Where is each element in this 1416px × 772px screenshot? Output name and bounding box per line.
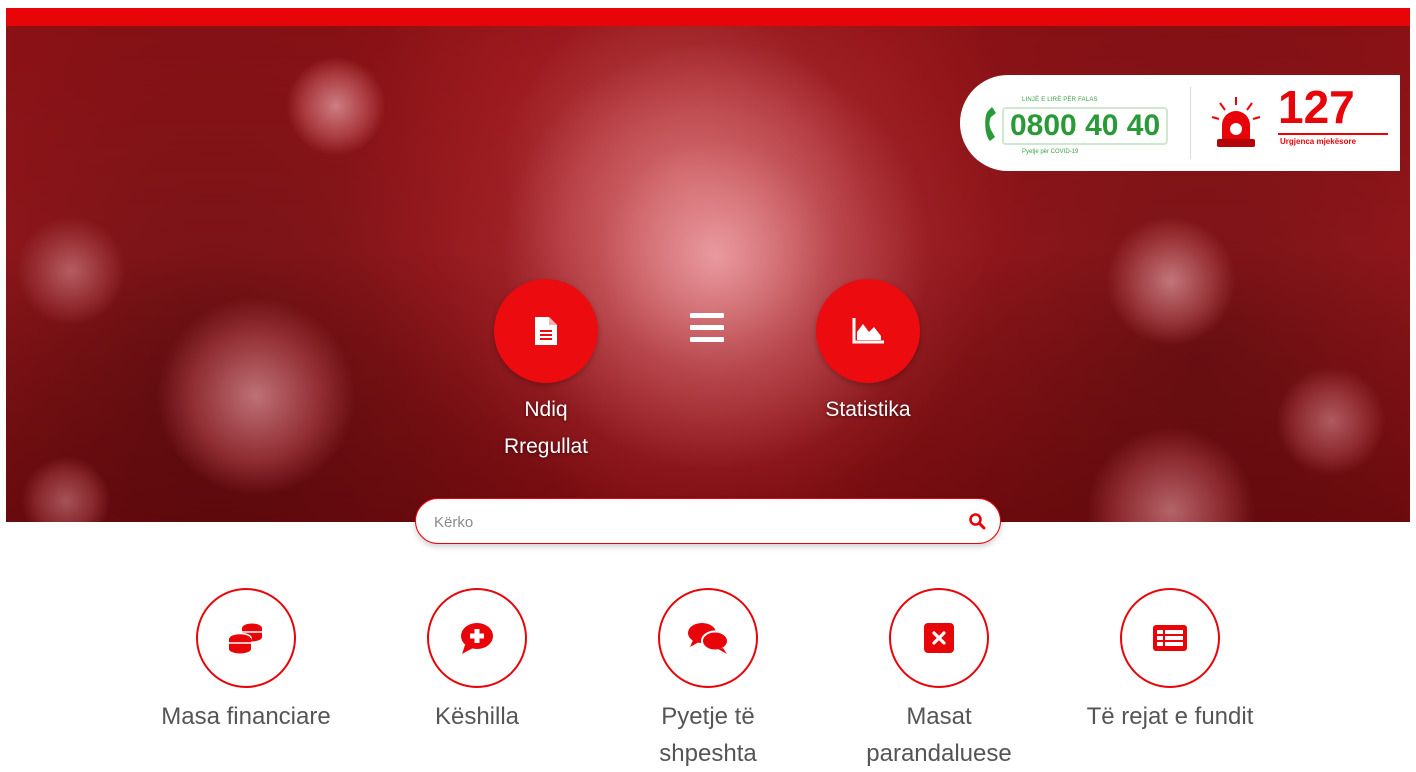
hamburger-bar bbox=[690, 337, 724, 342]
virus-background-image bbox=[156, 296, 356, 496]
siren-icon bbox=[1211, 97, 1261, 147]
search-input[interactable] bbox=[432, 507, 956, 537]
top-accent-bar bbox=[0, 0, 1416, 28]
hamburger-menu-icon[interactable] bbox=[690, 313, 724, 345]
area-chart-icon bbox=[852, 318, 884, 344]
search-icon[interactable] bbox=[968, 512, 986, 530]
virus-background-image bbox=[1086, 426, 1256, 522]
statistics-label[interactable]: Statistika bbox=[788, 391, 948, 428]
statistics-button[interactable]: Statistika bbox=[788, 279, 948, 428]
hamburger-bar bbox=[690, 325, 724, 330]
feature-icon-ring[interactable] bbox=[889, 588, 989, 688]
feature-icon-ring[interactable] bbox=[196, 588, 296, 688]
feature-latest-news[interactable]: Të rejat e fundit bbox=[1060, 588, 1280, 735]
free-hotline[interactable]: LINJË E LIRË PËR FALAS 0800 40 40 Pyetje… bbox=[982, 85, 1172, 161]
virus-background-image bbox=[1106, 216, 1236, 346]
hotline-caption-top: LINJË E LIRË PËR FALAS bbox=[1022, 97, 1098, 103]
feature-label-line2: parandaluese bbox=[866, 740, 1012, 767]
virus-background-image bbox=[21, 456, 111, 522]
feature-label[interactable]: Masat parandaluese bbox=[864, 698, 1014, 772]
follow-rules-circle[interactable] bbox=[494, 279, 598, 383]
virus-background-image bbox=[286, 56, 386, 156]
feature-label-line1: Pyetje të bbox=[661, 703, 755, 730]
feature-icon-ring[interactable] bbox=[658, 588, 758, 688]
feature-faq[interactable]: Pyetje të shpeshta bbox=[598, 588, 818, 772]
comment-plus-icon bbox=[461, 623, 493, 654]
hotline-banner: LINJË E LIRË PËR FALAS 0800 40 40 Pyetje… bbox=[960, 75, 1400, 171]
follow-rules-label-line1: Ndiq bbox=[524, 398, 568, 421]
emergency-underline bbox=[1278, 133, 1388, 135]
follow-rules-label[interactable]: Ndiq Rregullat bbox=[466, 391, 626, 465]
feature-label[interactable]: Pyetje të shpeshta bbox=[633, 698, 783, 772]
virus-background-image bbox=[16, 216, 126, 326]
hamburger-bar bbox=[690, 313, 724, 318]
feature-financial-measures[interactable]: Masa financiare bbox=[136, 588, 356, 735]
hotline-caption-bottom: Pyetje për COVID-19 bbox=[1022, 149, 1079, 155]
feature-label-line2: shpeshta bbox=[659, 740, 757, 767]
emergency-number[interactable]: 127 bbox=[1278, 83, 1355, 131]
hotline-number: 0800 40 40 bbox=[1002, 107, 1169, 145]
statistics-circle[interactable] bbox=[816, 279, 920, 383]
feature-icon-ring[interactable] bbox=[427, 588, 527, 688]
feature-label[interactable]: Masa financiare bbox=[146, 698, 346, 735]
comments-icon bbox=[688, 623, 729, 654]
feature-advice[interactable]: Këshilla bbox=[367, 588, 587, 735]
news-list-icon bbox=[1153, 625, 1187, 651]
virus-background-image bbox=[1276, 366, 1386, 476]
feature-label[interactable]: Të rejat e fundit bbox=[1070, 698, 1270, 735]
feature-label-line1: Masat bbox=[906, 703, 972, 730]
top-red-stripe bbox=[6, 8, 1410, 26]
hotline-divider bbox=[1190, 87, 1191, 159]
feature-label[interactable]: Këshilla bbox=[377, 698, 577, 735]
emergency-label: Urgjenca mjekësore bbox=[1280, 137, 1357, 146]
search-bar[interactable] bbox=[415, 498, 1001, 544]
document-icon bbox=[535, 317, 557, 345]
cross-box-icon bbox=[924, 623, 954, 653]
feature-icon-ring[interactable] bbox=[1120, 588, 1220, 688]
feature-preventive-measures[interactable]: Masat parandaluese bbox=[829, 588, 1049, 772]
coins-icon bbox=[228, 623, 262, 654]
follow-rules-label-line2: Rregullat bbox=[503, 435, 589, 458]
follow-rules-button[interactable]: Ndiq Rregullat bbox=[466, 279, 626, 465]
